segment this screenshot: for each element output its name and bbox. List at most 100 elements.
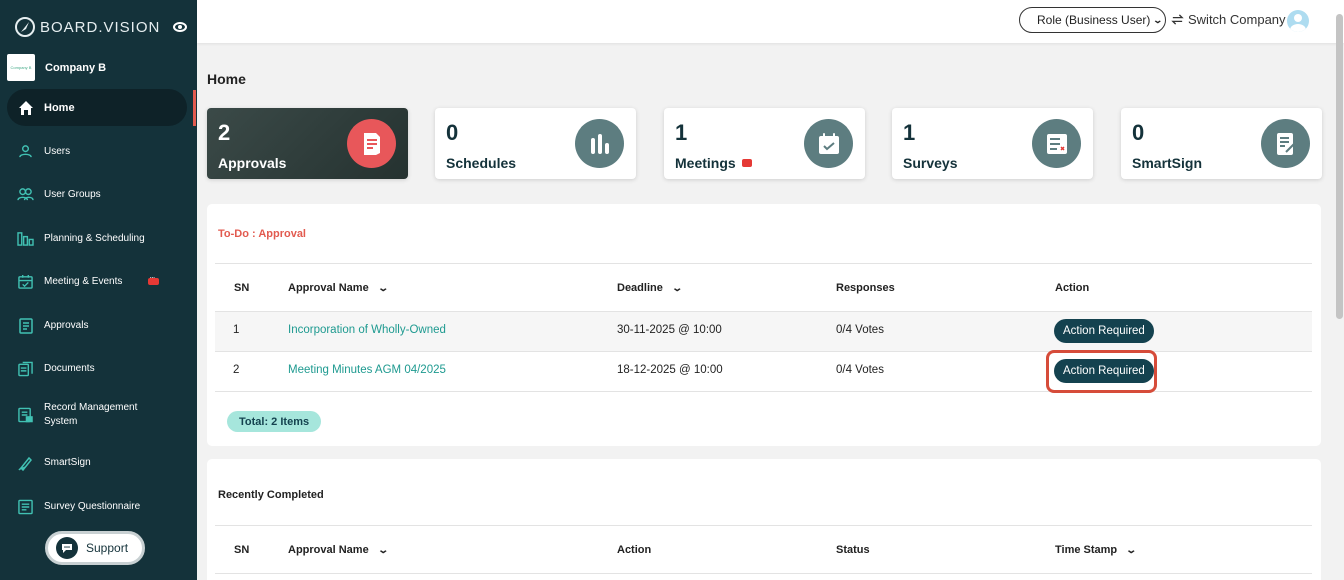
column-header-action: Action [1055,282,1089,294]
sidebar-item-meeting-events[interactable]: Meeting & Events [0,273,197,290]
completed-table-header: SN Approval Name ⌄ Action Status Time Sta… [215,525,1312,574]
column-header-time-stamp[interactable]: Time Stamp ⌄ [1055,544,1137,556]
document-icon [17,317,34,334]
active-indicator [193,90,196,126]
cell-deadline: 18-12-2025 @ 10:00 [617,364,723,376]
user-icon [17,143,34,160]
total-items-badge: Total: 2 Items [227,411,322,432]
record-icon [17,407,34,424]
card-schedules[interactable]: 0 Schedules [435,108,636,179]
column-label: SN [234,282,250,294]
card-label-text: Meetings [675,155,736,171]
support-label: Support [86,541,129,555]
card-label-text: Schedules [446,155,517,171]
sidebar-item-record-management[interactable]: Record Management System [0,401,197,429]
users-icon [17,186,34,203]
home-icon [17,99,34,116]
column-label: Approval Name [288,544,369,556]
sidebar-item-label: Record Management System [44,402,138,427]
sidebar-item-documents[interactable]: Documents [0,360,197,377]
sidebar-item-survey[interactable]: Survey Questionnaire [0,498,197,515]
action-required-button[interactable]: Action Required [1054,319,1154,343]
chevron-down-icon[interactable]: ⌄ [1125,545,1137,556]
column-header-sn: SN [234,544,249,556]
column-label: Time Stamp [1055,544,1118,556]
card-count: 1 [675,120,688,145]
calendar-icon [17,273,34,290]
column-label: Status [836,544,870,556]
cell-sn: 1 [233,324,240,336]
sidebar-item-label: SmartSign [44,456,91,468]
sidebar-item-planning[interactable]: Planning & Scheduling [0,230,197,247]
sidebar-item-label: Survey Questionnaire [44,500,141,512]
cell-responses: 0/4 Votes [836,324,884,336]
sidebar-item-smartsign[interactable]: SmartSign [0,454,197,471]
sidebar-item-approvals[interactable]: Approvals [0,317,197,334]
column-label: Deadline [617,282,663,294]
sidebar-item-label: Home [44,101,75,114]
card-label-text: SmartSign [1132,155,1203,171]
column-label: SN [234,544,250,556]
scrollbar[interactable] [1336,14,1343,319]
role-label: Role (Business User) [1037,13,1151,27]
card-surveys[interactable]: 1 Surveys [892,108,1093,179]
column-header-approval-name[interactable]: Approval Name ⌄ [288,544,389,556]
sidebar-item-label: User Groups [44,188,101,200]
company-name: Company B [45,61,107,74]
user-avatar[interactable] [1287,10,1309,32]
chevron-down-icon[interactable]: ⌄ [377,545,389,556]
sidebar-item-user-groups[interactable]: User Groups [0,186,197,203]
cell-responses: 0/4 Votes [836,364,884,376]
sidebar-item-home[interactable]: Home [7,89,187,126]
chevron-down-icon: ⌄ [1152,14,1164,25]
brand-logo[interactable]: BOARD.VISION [14,16,160,38]
signed-document-icon [1261,119,1310,168]
todo-title: To-Do : Approval [218,228,306,240]
approval-name-link[interactable]: Meeting Minutes AGM 04/2025 [288,364,446,376]
message-badge-icon [148,273,160,285]
pen-icon [17,454,34,471]
column-header-status: Status [836,544,870,556]
card-label-text: Surveys [903,155,958,171]
recently-completed-panel: Recently Completed SN Approval Name ⌄ Act… [207,459,1321,580]
toggle-sidebar-eye-icon[interactable] [173,22,187,32]
column-header-approval-name[interactable]: Approval Name ⌄ [288,282,389,294]
role-dropdown[interactable]: Role (Business User) ⌄ [1019,7,1166,33]
card-label: SmartSign [1132,155,1202,171]
card-approvals[interactable]: 2 Approvals [207,108,408,179]
sidebar-item-label: Meeting & Events [44,275,123,287]
column-label: Action [617,544,652,556]
sidebar-item-label: Users [44,145,71,157]
sidebar-item-label: Documents [44,362,95,374]
chevron-down-icon[interactable]: ⌄ [377,283,389,294]
company-logo: Company B [7,54,35,81]
switch-company-button[interactable]: Switch Company [1171,12,1286,27]
switch-company-label: Switch Company [1188,12,1286,27]
bar-chart-icon [575,119,624,168]
survey-icon [1032,119,1081,168]
card-meetings[interactable]: 1 Meetings [664,108,865,179]
approval-name-link[interactable]: Incorporation of Wholly-Owned [288,324,446,336]
column-label: Responses [836,282,895,294]
column-header-action: Action [617,544,651,556]
card-count: 0 [446,120,459,145]
card-label: Meetings [675,155,752,171]
chevron-down-icon[interactable]: ⌄ [671,283,683,294]
card-smartsign[interactable]: 0 SmartSign [1121,108,1322,179]
page-title: Home [207,71,246,87]
todo-table-header: SN Approval Name ⌄ Deadline ⌄ Responses Ac… [215,263,1312,312]
card-label: Approvals [218,155,286,171]
column-label: Action [1055,282,1090,294]
top-bar: Role (Business User) ⌄ Switch Company [197,0,1344,43]
column-header-deadline[interactable]: Deadline ⌄ [617,282,683,294]
recently-completed-title: Recently Completed [218,489,324,501]
sidebar-item-users[interactable]: Users [0,143,197,160]
sidebar: BOARD.VISION Company B Company B Home Us… [0,0,197,580]
message-badge-icon [741,159,752,167]
document-icon [347,119,396,168]
column-header-responses: Responses [836,282,895,294]
brand-name: BOARD.VISION [40,18,161,36]
cell-deadline: 30-11-2025 @ 10:00 [617,324,722,336]
company-selector[interactable]: Company B Company B [7,54,106,81]
support-button[interactable]: Support [45,531,145,565]
